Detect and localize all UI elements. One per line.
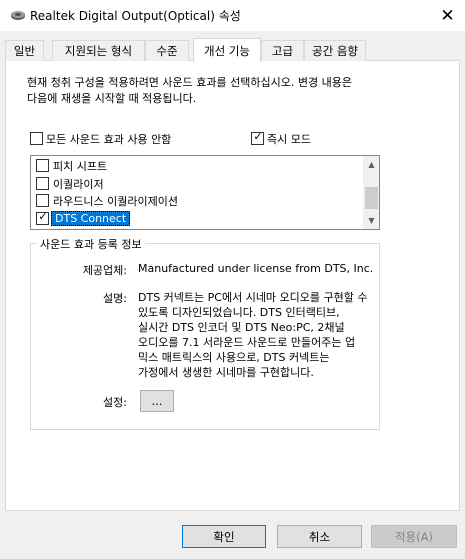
equalizer-checkbox[interactable]: [36, 177, 49, 190]
close-button[interactable]: ✕: [430, 0, 465, 31]
tab-spatial-sound[interactable]: 공간 음향: [304, 40, 366, 61]
description-value: DTS 커넥트는 PC에서 시네마 오디오를 구현할 수 있도록 디자인되었습니…: [138, 291, 368, 379]
tab-levels[interactable]: 수준: [145, 40, 189, 61]
enhancements-list[interactable]: 피치 시프트 이퀄라이저 라우드니스 이퀄라이제이션 ✓ DTS Connect…: [30, 155, 380, 230]
list-item-label: 피치 시프트: [53, 160, 108, 173]
check-icon: ✓: [38, 210, 48, 223]
tab-label: 지원되는 형식: [64, 44, 133, 58]
settings-label: 설정:: [103, 396, 127, 409]
tab-label: 일반: [13, 44, 36, 58]
title-bar: Realtek Digital Output(Optical) 속성 ✕: [0, 0, 465, 31]
speaker-icon: [11, 11, 25, 20]
tab-label: 개선 기능: [204, 43, 250, 58]
tab-supported-formats[interactable]: 지원되는 형식: [52, 40, 145, 61]
provider-label: 제공업체:: [82, 264, 127, 277]
scroll-up-icon[interactable]: ▲: [363, 156, 379, 173]
apply-button[interactable]: 적용(A): [371, 525, 457, 548]
list-item-label: 라우드니스 이퀄라이제이션: [53, 195, 178, 208]
cancel-button[interactable]: 취소: [277, 525, 362, 548]
settings-button[interactable]: ...: [140, 390, 174, 412]
ok-button[interactable]: 확인: [182, 525, 266, 548]
tab-label: 수준: [156, 44, 178, 58]
tab-advanced[interactable]: 고급: [261, 40, 304, 61]
list-item-label: 이퀄라이저: [53, 178, 104, 191]
enhancements-description: 현재 청취 구성을 적용하려면 사운드 효과를 선택하십시오. 변경 내용은 다…: [27, 75, 427, 107]
description-label: 설명:: [103, 292, 127, 305]
list-item-label: DTS Connect: [51, 211, 131, 226]
effect-properties-title: 사운드 효과 등록 정보: [37, 236, 145, 252]
check-icon: ✓: [253, 130, 263, 143]
list-item-dts-connect[interactable]: ✓ DTS Connect: [31, 210, 363, 227]
list-scrollbar[interactable]: ▲ ▼: [363, 156, 379, 229]
tab-general[interactable]: 일반: [5, 40, 44, 61]
tab-label: 공간 음향: [312, 44, 358, 58]
description-line: 다음에 재생을 시작할 때 적용됩니다.: [27, 92, 197, 105]
list-item-pitch-shift[interactable]: 피치 시프트: [31, 157, 363, 174]
immediate-mode-label[interactable]: 즉시 모드: [267, 131, 311, 147]
window-title: Realtek Digital Output(Optical) 속성: [30, 9, 241, 23]
dts-connect-checkbox[interactable]: ✓: [36, 210, 49, 225]
disable-all-effects-label[interactable]: 모든 사운드 효과 사용 안함: [46, 131, 171, 147]
tab-label: 고급: [271, 44, 294, 58]
tab-strip: 일반 지원되는 형식 수준 개선 기능 고급 공간 음향: [5, 38, 460, 62]
scroll-down-icon[interactable]: ▼: [363, 212, 379, 229]
list-item-loudness-equalization[interactable]: 라우드니스 이퀄라이제이션: [31, 192, 363, 209]
description-line: 현재 청취 구성을 적용하려면 사운드 효과를 선택하십시오. 변경 내용은: [27, 76, 352, 89]
loudness-equalization-checkbox[interactable]: [36, 194, 49, 207]
scroll-thumb[interactable]: [365, 187, 378, 209]
disable-all-effects-checkbox[interactable]: [30, 132, 43, 145]
provider-value: Manufactured under license from DTS, Inc…: [138, 262, 374, 275]
close-icon: ✕: [440, 5, 455, 26]
tab-enhancements[interactable]: 개선 기능: [193, 38, 261, 62]
list-item-equalizer[interactable]: 이퀄라이저: [31, 175, 363, 192]
pitch-shift-checkbox[interactable]: [36, 159, 49, 172]
immediate-mode-checkbox[interactable]: ✓: [251, 130, 264, 145]
